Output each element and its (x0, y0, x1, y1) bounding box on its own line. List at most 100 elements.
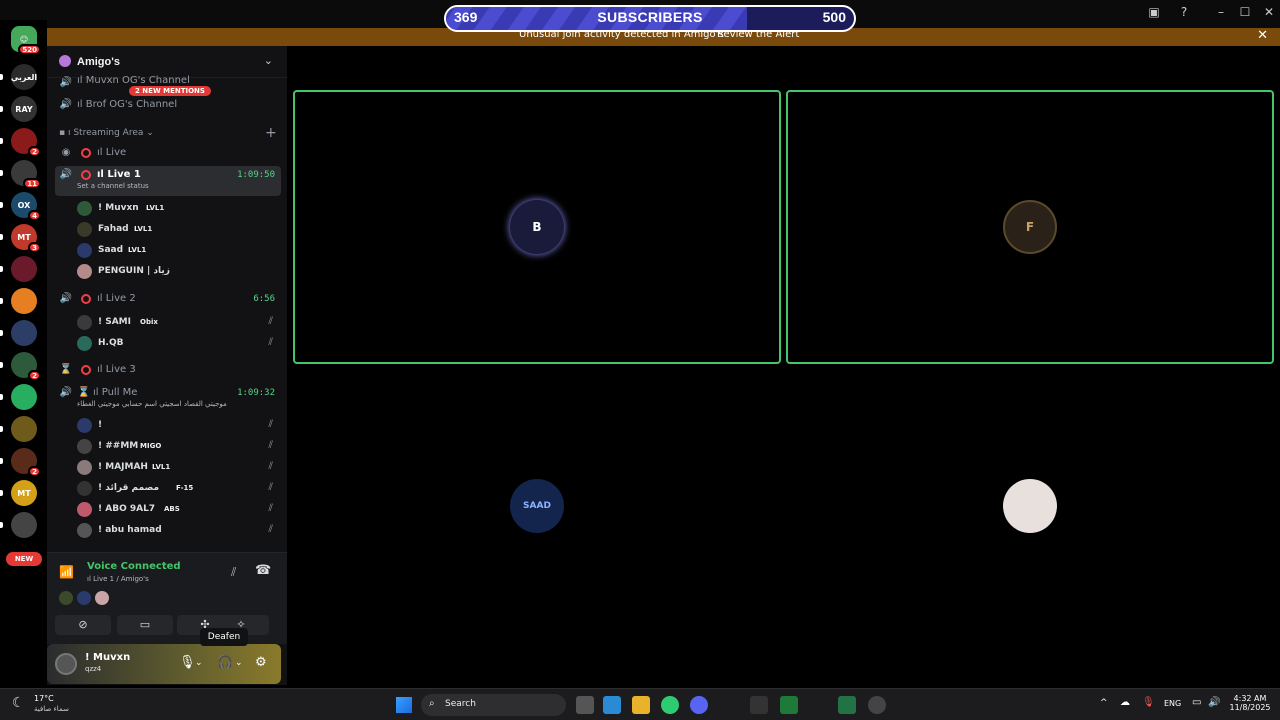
clock[interactable]: 4:32 AM 11/8/2025 (1228, 694, 1272, 712)
search-bar[interactable]: ⌕ Search (421, 694, 566, 716)
app-icon[interactable] (750, 696, 768, 714)
headphones-icon[interactable]: 🎧 (217, 655, 233, 670)
tray-chevron-icon[interactable]: ^ (1100, 698, 1108, 708)
voice-user-name: ! ABO 9AL7 (98, 504, 156, 514)
voice-user[interactable]: ! مصمم قرائد F-15 ⫽ (77, 479, 281, 499)
participant-tile-penguin[interactable] (786, 369, 1274, 643)
server-name: Amigo's (77, 56, 120, 68)
noise-suppression-icon[interactable]: ⫽ (231, 565, 236, 580)
participant-tile-fahad[interactable]: F (786, 90, 1274, 364)
voice-user-name: H.QB (98, 338, 124, 348)
add-channel-icon[interactable]: + (265, 125, 277, 141)
server-icon-13[interactable]: MT (11, 480, 37, 506)
app-icon[interactable] (868, 696, 886, 714)
server-icon-12[interactable]: 2 (11, 448, 41, 477)
start-button[interactable] (396, 697, 412, 713)
muted-icon: ⫽ (268, 482, 273, 493)
participant-avatar[interactable] (77, 591, 91, 605)
voice-location[interactable]: ıl Live 1 / Amigo's (87, 575, 149, 583)
excel-icon[interactable] (838, 696, 856, 714)
participant-tile-saad[interactable]: SAAD (293, 369, 781, 643)
microphone-icon[interactable]: 🎙 (1142, 697, 1155, 708)
voice-user[interactable]: Saad LVL1 (77, 241, 281, 261)
copilot-icon[interactable] (603, 696, 621, 714)
dismiss-alert-icon[interactable]: ✕ (1257, 28, 1268, 43)
participant-avatar[interactable] (59, 591, 73, 605)
server-icon-0[interactable]: العربي (11, 64, 37, 90)
chevron-down-icon[interactable]: ⌄ (235, 658, 243, 668)
chevron-down-icon[interactable]: ⌄ (195, 658, 203, 668)
new-servers-pill[interactable]: NEW (6, 552, 42, 566)
server-label: MT (17, 488, 31, 498)
close-window-button[interactable]: ✕ (1260, 5, 1278, 21)
server-icon-10[interactable] (11, 384, 37, 410)
voice-user-name: ! ##MM (98, 441, 139, 451)
discord-icon: ☺ (19, 34, 29, 44)
channel-live-3[interactable]: ⌛ ıl Live 3 (55, 361, 281, 381)
voice-user[interactable]: ! abu hamad ⫽ (77, 521, 281, 541)
server-icon-8[interactable] (11, 320, 37, 346)
server-icon-7[interactable] (11, 288, 37, 314)
help-icon[interactable]: ? (1175, 5, 1193, 21)
channel-live[interactable]: ◉ ıl Live (55, 144, 281, 164)
disconnect-icon[interactable]: ☎ (255, 563, 271, 578)
username[interactable]: ! Muvxn (85, 652, 130, 663)
camera-off-button[interactable]: ⊘ (55, 615, 111, 635)
channel-status[interactable]: Set a channel status (77, 182, 149, 190)
voice-user-name: ! SAMI (98, 317, 131, 327)
server-icon-14[interactable] (11, 512, 37, 538)
volume-icon[interactable]: 🔊 (1208, 697, 1220, 708)
cloud-icon[interactable]: ☁ (1120, 697, 1130, 708)
voice-user[interactable]: Fahad LVL1 (77, 220, 281, 240)
channel-live-2[interactable]: 🔊 ıl Live 2 6:56 (55, 290, 281, 310)
server-icon-6[interactable] (11, 256, 37, 282)
channel-brof-og[interactable]: 🔊 ıl Brof OG's Channel (55, 96, 281, 116)
voice-status[interactable]: Voice Connected (87, 561, 181, 572)
participant-avatar[interactable] (95, 591, 109, 605)
voice-user[interactable]: ! SAMI Obix ⫽ (77, 313, 281, 333)
inbox-icon[interactable]: ▣ (1145, 5, 1163, 21)
subscriber-goal: 500 (822, 9, 846, 25)
file-explorer-icon[interactable] (632, 696, 650, 714)
screen-share-button[interactable]: ▭ (117, 615, 173, 635)
avatar[interactable] (55, 653, 77, 675)
weather-temp[interactable]: 17°C (34, 694, 54, 703)
participant-tile-muvxn[interactable]: B (293, 90, 781, 364)
voice-user[interactable]: PENGUIN | زياد (77, 262, 281, 282)
server-icon-1[interactable]: RAY (11, 96, 37, 122)
discord-icon[interactable] (690, 696, 708, 714)
voice-user[interactable]: ! Muvxn LVL1 (77, 199, 281, 219)
channel-pull-me[interactable]: 🔊 ⌛ ıl Pull Me 1:09:32 موجيتي القصاد اسج… (55, 384, 281, 414)
home-badge: 520 (18, 44, 41, 55)
language-indicator[interactable]: ENG (1164, 699, 1181, 708)
maximize-button[interactable]: ☐ (1236, 5, 1254, 21)
voice-user[interactable]: ! ABO 9AL7 ABS ⫽ (77, 500, 281, 520)
user-tag: qzz4 (85, 665, 102, 673)
voice-user[interactable]: ! MAJMAH LVL1 ⫽ (77, 458, 281, 478)
home-button[interactable]: ☺ 520 (11, 26, 41, 55)
voice-timer: 6:56 (253, 294, 275, 304)
task-view-icon[interactable] (576, 696, 594, 714)
server-icon-2[interactable]: 2 (11, 128, 41, 157)
voice-user[interactable]: ! ##MM MIGO ⫽ (77, 437, 281, 457)
chrome-icon[interactable] (661, 696, 679, 714)
server-icon-11[interactable] (11, 416, 37, 442)
app-icon[interactable] (780, 696, 798, 714)
category-streaming-area[interactable]: ▪ ı Streaming Area ⌄ + (59, 125, 277, 141)
voice-user[interactable]: H.QB ⫽ (77, 334, 281, 354)
gear-icon[interactable]: ⚙ (255, 655, 267, 670)
minimize-button[interactable]: – (1212, 5, 1230, 21)
server-badge: 11 (23, 178, 41, 189)
server-icon-9[interactable]: 2 (11, 352, 41, 381)
weather-icon[interactable]: ☾ (12, 695, 25, 711)
server-icon-4[interactable]: OX 4 (11, 192, 41, 221)
voice-user[interactable]: ! ⫽ (77, 416, 281, 436)
microphone-icon[interactable]: 🎙 (179, 655, 196, 670)
server-icon-3[interactable]: 11 (11, 160, 41, 189)
voice-user-name: ! abu hamad (98, 525, 162, 535)
network-icon[interactable]: ▭ (1192, 697, 1201, 708)
new-mentions-badge[interactable]: 2 NEW MENTIONS (129, 86, 211, 96)
channel-live-1[interactable]: 🔊 ıl Live 1 1:09:50 Set a channel status (55, 166, 281, 196)
server-icon-5[interactable]: MT 3 (11, 224, 41, 253)
unread-pip (0, 458, 3, 464)
